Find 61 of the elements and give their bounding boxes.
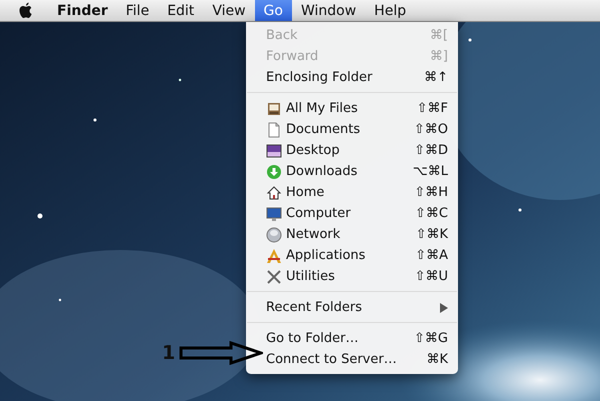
menu-title[interactable]: View	[203, 0, 255, 21]
shortcut-label: ⌘↑	[424, 70, 448, 85]
menu-item[interactable]: Enclosing Folder ⌘↑	[246, 67, 458, 88]
menu-item[interactable]: Computer ⇧⌘C	[246, 203, 458, 224]
menu-title[interactable]: Window	[292, 0, 366, 21]
menu-item-label: Enclosing Folder	[266, 70, 374, 85]
menu-item[interactable]: Connect to Server… ⌘K	[246, 349, 458, 370]
menu-item-label: Utilities	[286, 269, 336, 284]
menu-item[interactable]: Documents ⇧⌘O	[246, 119, 458, 140]
annotation-number: 1	[162, 342, 176, 364]
menu-title[interactable]: Finder	[48, 0, 117, 21]
menu-title[interactable]: File	[116, 0, 158, 21]
menu-item-label: Back	[266, 28, 299, 43]
menu-item-label: All My Files	[286, 101, 359, 116]
menu-item[interactable]: Network ⇧⌘K	[246, 224, 458, 245]
submenu-arrow-icon	[440, 302, 448, 312]
menu-item-label: Documents	[286, 122, 362, 137]
shortcut-label: ⇧⌘D	[414, 143, 448, 158]
drawer-icon	[266, 100, 282, 116]
tools-icon	[266, 268, 282, 284]
shortcut-label: ⇧⌘C	[415, 206, 448, 221]
menu-item-label: Connect to Server…	[266, 352, 398, 367]
menu-item-label: Forward	[266, 49, 320, 64]
shortcut-label: ⇧⌘O	[414, 122, 448, 137]
shortcut-label: ⇧⌘U	[414, 269, 448, 284]
download-icon	[266, 164, 282, 180]
menu-item[interactable]: Go to Folder… ⇧⌘G	[246, 328, 458, 349]
apple-icon[interactable]	[18, 2, 34, 20]
menu-item[interactable]: Desktop ⇧⌘D	[246, 140, 458, 161]
menu-item-label: Recent Folders	[266, 300, 364, 315]
globe-icon	[266, 226, 282, 242]
shortcut-label: ⌘K	[426, 352, 448, 367]
house-icon	[266, 184, 282, 200]
menu-item-label: Network	[286, 227, 342, 242]
applications-icon	[266, 248, 282, 264]
menu-title[interactable]: Edit	[158, 0, 204, 21]
shortcut-label: ⌥⌘L	[412, 164, 448, 179]
shortcut-label: ⇧⌘G	[414, 331, 448, 346]
document-icon	[266, 122, 282, 138]
menu-item[interactable]: Home ⇧⌘H	[246, 182, 458, 203]
monitor-icon	[266, 206, 282, 222]
menu-item-label: Computer	[286, 206, 352, 221]
shortcut-label: ⇧⌘A	[415, 248, 448, 263]
menu-item[interactable]: Applications ⇧⌘A	[246, 245, 458, 266]
menu-item-label: Downloads	[286, 164, 358, 179]
menu-item[interactable]: Utilities ⇧⌘U	[246, 266, 458, 287]
menu-item[interactable]: Downloads ⌥⌘L	[246, 161, 458, 182]
shortcut-label: ⇧⌘K	[416, 227, 448, 242]
shortcut-label: ⇧⌘F	[416, 101, 448, 116]
menu-item[interactable]: All My Files ⇧⌘F	[246, 98, 458, 119]
menu-title[interactable]: Go	[254, 0, 292, 21]
shortcut-label: ⌘[	[430, 28, 448, 43]
menu-item[interactable]: Recent Folders	[246, 297, 458, 318]
menu-item-label: Desktop	[286, 143, 341, 158]
menu-item-label: Go to Folder…	[266, 331, 360, 346]
menu-item-label: Home	[286, 185, 326, 200]
desktop-picture-icon	[266, 142, 282, 158]
menu-item-label: Applications	[286, 248, 366, 263]
shortcut-label: ⇧⌘H	[414, 185, 448, 200]
menu-title[interactable]: Help	[365, 0, 416, 21]
shortcut-label: ⌘]	[430, 49, 448, 64]
